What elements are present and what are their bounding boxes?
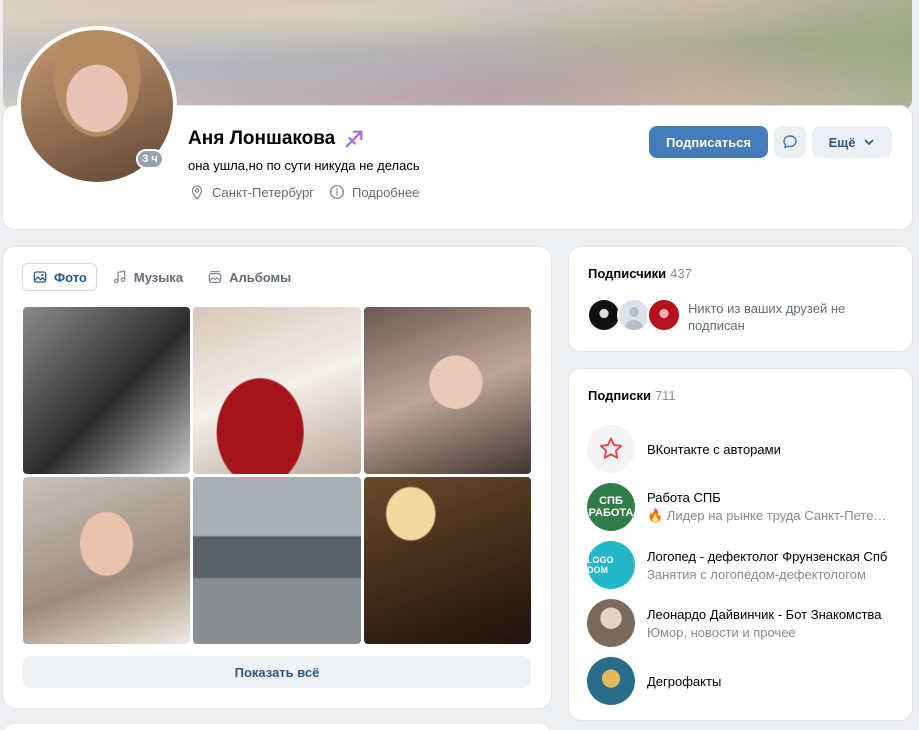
subscription-name: Работа СПБ [647, 490, 721, 505]
profile-name: Аня Лоншакова [188, 128, 336, 149]
next-card [3, 724, 551, 730]
subscription-name: Леонардо Дайвинчик - Бот Знакомства [647, 606, 882, 622]
photo-thumbnail[interactable] [193, 477, 361, 644]
subscriptions-title[interactable]: Подписки 711 [588, 388, 676, 403]
avatar[interactable] [617, 298, 651, 332]
followers-title[interactable]: Подписчики 437 [588, 266, 692, 281]
subscriptions-card: Подписки 711 ВКонтакте с авторами СПБ РАБ… [569, 369, 912, 720]
followers-count: 437 [670, 266, 692, 281]
subscriptions-count: 711 [654, 388, 676, 403]
subscription-desc: 🔥 Лидер на рынке труда Санкт-Петербурга [647, 508, 891, 523]
avatar [587, 599, 635, 647]
followers-card: Подписчики 437 Никто из ваших друзей не п… [569, 247, 912, 351]
subscriptions-title-label: Подписки [588, 388, 651, 403]
photo-thumbnail[interactable] [23, 477, 191, 644]
list-item[interactable]: СПБ РАБОТА Работа СПБ 🔥 Лидер на рынке т… [587, 478, 897, 536]
followers-title-label: Подписчики [588, 266, 667, 281]
show-all-photos-button[interactable]: Показать всё [23, 656, 531, 688]
subscriptions-list: ВКонтакте с авторами СПБ РАБОТА Работа С… [587, 420, 897, 710]
tab-music-label: Музыка [133, 269, 184, 285]
star-icon [599, 437, 623, 459]
albums-icon [208, 271, 222, 283]
name-row: Аня Лоншакова [188, 128, 365, 150]
list-item[interactable]: Леонардо Дайвинчик - Бот Знакомства Юмор… [587, 594, 897, 652]
tab-photos[interactable]: Фото [22, 263, 97, 291]
photo-thumbnail[interactable] [193, 307, 361, 474]
subscribe-button[interactable]: Подписаться [649, 126, 768, 158]
details-label: Подробнее [351, 184, 420, 200]
list-item[interactable]: Дегрофакты [587, 652, 897, 710]
tab-albums[interactable]: Альбомы [198, 263, 300, 291]
sagittarius-icon [345, 130, 363, 148]
list-item[interactable]: ВКонтакте с авторами [587, 420, 897, 478]
message-button[interactable] [774, 126, 806, 158]
avatar [587, 657, 635, 705]
profile-meta: Санкт-Петербург Подробнее [188, 183, 419, 201]
city-item[interactable]: Санкт-Петербург [188, 183, 314, 201]
followers-note: Никто из ваших друзей не подписан [688, 301, 846, 333]
subscription-name: Логопед - дефектолог Фрунзенская Спб [647, 548, 888, 564]
tab-music[interactable]: Музыка [103, 263, 192, 291]
user-placeholder-icon [624, 307, 644, 330]
avatar-text: СПБ РАБОТА [588, 495, 634, 519]
photo-grid [23, 307, 531, 644]
subscription-name: ВКонтакте с авторами [647, 441, 781, 457]
list-item[interactable]: LOGO DOM Логопед - дефектолог Фрунзенска… [587, 536, 897, 594]
tab-photos-label: Фото [54, 269, 87, 285]
avatar: LOGO DOM [587, 541, 635, 589]
message-bubble-icon [783, 135, 797, 149]
details-link[interactable]: Подробнее [328, 183, 419, 201]
photo-thumbnail[interactable] [23, 307, 191, 474]
online-badge: 3 ч [136, 149, 164, 169]
media-tabs: Фото Музыка Альбомы [22, 263, 300, 291]
avatar [587, 425, 635, 473]
more-button[interactable]: Ещё [812, 126, 892, 158]
subscription-desc: Занятия с логопедом-дефектологом [647, 566, 866, 582]
image-icon [33, 271, 47, 283]
more-label: Ещё [828, 134, 856, 150]
location-pin-icon [191, 185, 203, 200]
photo-thumbnail[interactable] [363, 307, 531, 474]
photos-card: Фото Музыка Альбомы Показать всё [3, 247, 551, 708]
info-icon [329, 184, 345, 200]
followers-avatars [587, 298, 681, 332]
tab-albums-label: Альбомы [229, 269, 292, 285]
subscription-desc: Юмор, новости и прочее [647, 624, 796, 640]
avatar[interactable] [587, 298, 621, 332]
city-label: Санкт-Петербург [212, 184, 314, 200]
photo-thumbnail[interactable] [363, 477, 531, 644]
subscription-name: Дегрофакты [647, 673, 722, 689]
chevron-down-icon [865, 139, 874, 145]
avatar[interactable] [647, 298, 681, 332]
music-note-icon [113, 270, 126, 284]
avatar-text: LOGO DOM [587, 555, 614, 575]
avatar: СПБ РАБОТА [587, 483, 635, 531]
profile-status: она ушла,но по сути никуда не делась [188, 158, 420, 173]
